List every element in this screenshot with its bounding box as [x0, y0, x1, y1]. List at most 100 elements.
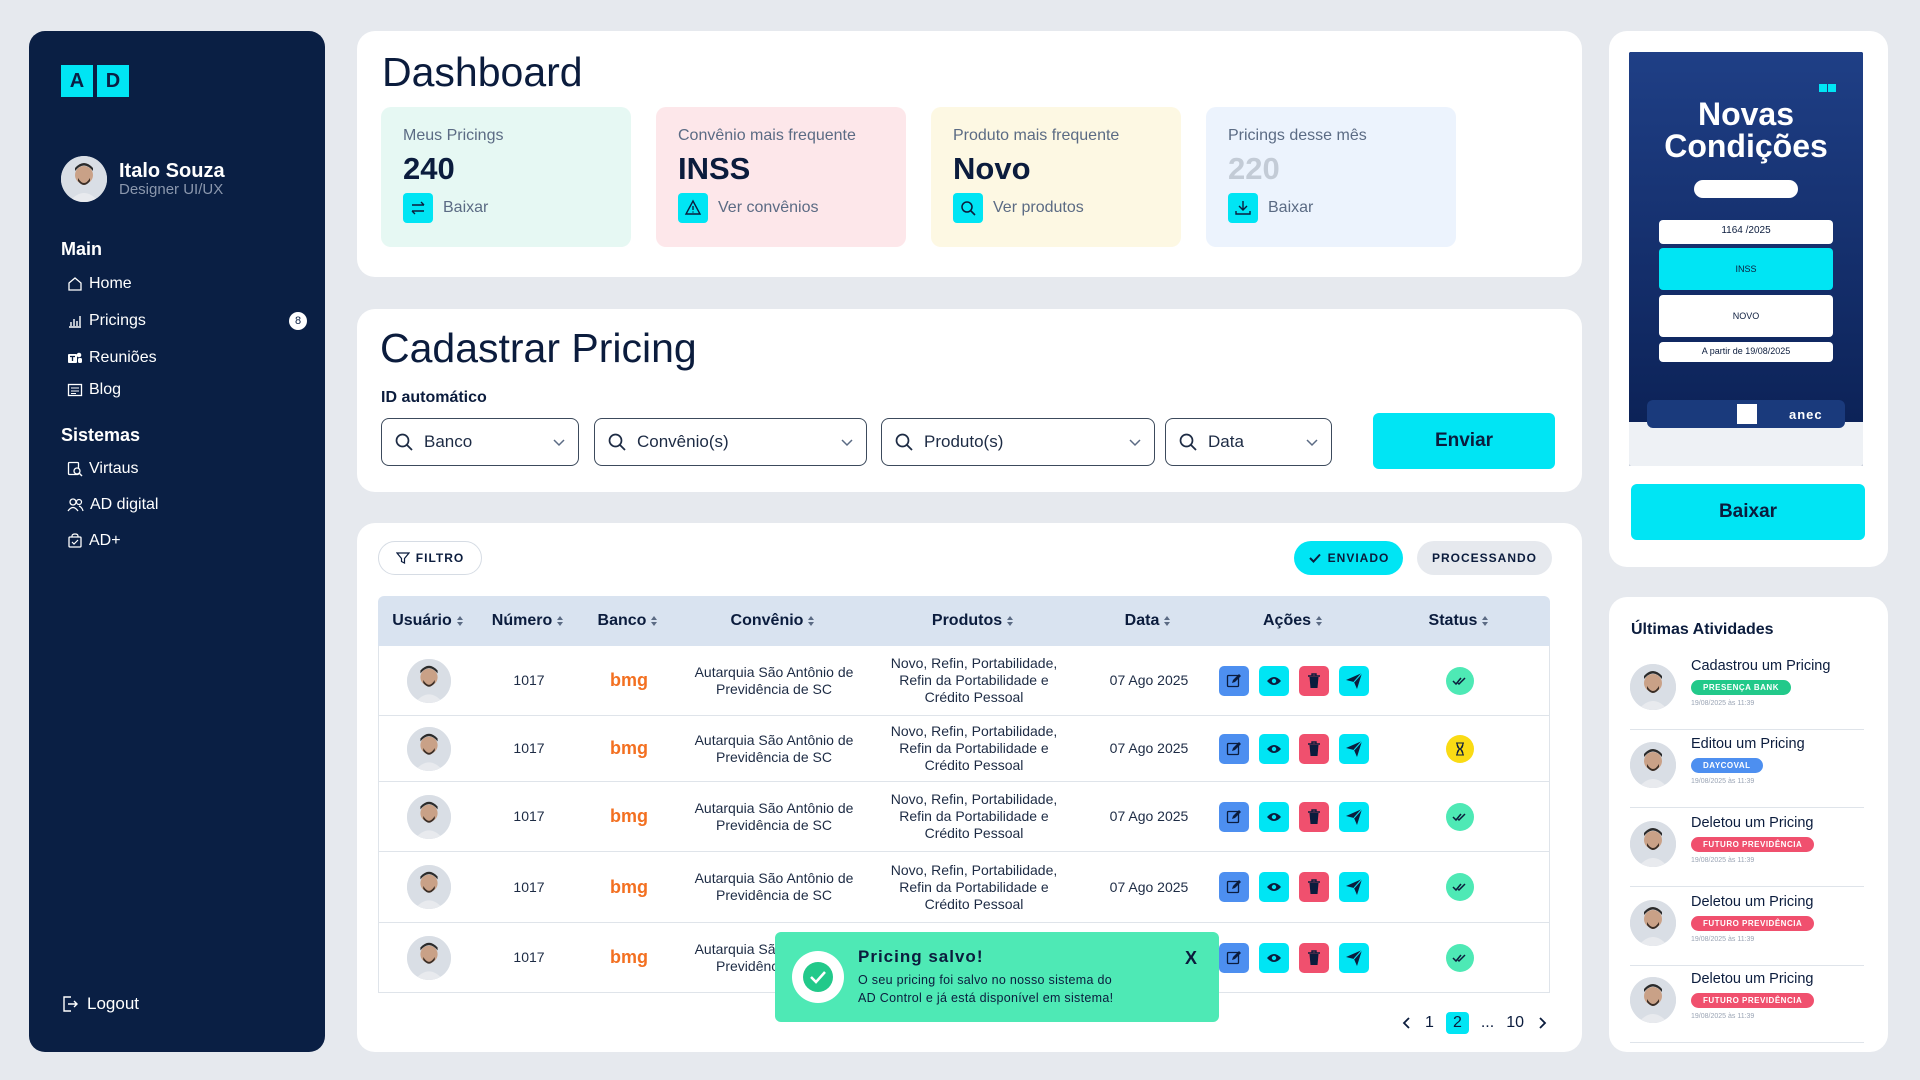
column-header-1[interactable]: Número [478, 596, 578, 646]
activity-item[interactable]: Cadastrou um Pricing PRESENÇA BANK 19/08/2… [1630, 652, 1864, 730]
bank-logo-bmg: bmg [610, 876, 648, 897]
filter-button[interactable]: FILTRO [378, 541, 482, 575]
user-profile[interactable]: Italo Souza Designer UI/UX [61, 156, 225, 202]
next-page-button[interactable] [1536, 1016, 1548, 1030]
send-button[interactable] [1339, 801, 1369, 832]
activity-item[interactable]: Deletou um Pricing FUTURO PREVIDÊNCIA 19/0… [1630, 888, 1864, 966]
trash-icon [1308, 672, 1320, 688]
column-header-3[interactable]: Convênio [678, 596, 868, 646]
logo-letter-d: D [97, 65, 129, 97]
delete-button[interactable] [1299, 942, 1329, 973]
column-header-2[interactable]: Banco [578, 596, 678, 646]
sidebar-item-pricings[interactable]: Pricings 8 [67, 312, 307, 330]
logout-label: Logout [87, 994, 139, 1013]
promo-title-line1: Novas [1697, 96, 1795, 132]
stat-action-label: Baixar [443, 199, 489, 216]
data-cell: 07 Ago 2025 [1109, 740, 1189, 756]
page-10[interactable]: 10 [1506, 1014, 1524, 1032]
delete-button[interactable] [1299, 733, 1329, 764]
sidebar-item-home[interactable]: Home [67, 275, 307, 293]
column-header-7[interactable]: Status [1368, 596, 1550, 646]
chevron-down-icon [1129, 439, 1141, 447]
delete-button[interactable] [1299, 665, 1329, 696]
sidebar-item-blog[interactable]: Blog [67, 381, 307, 399]
sidebar-item-virtaus[interactable]: Virtaus [67, 460, 307, 478]
column-header-5[interactable]: Data [1078, 596, 1218, 646]
bank-logo-bmg: bmg [610, 670, 648, 690]
page-2[interactable]: 2 [1445, 1012, 1469, 1034]
sidebar-item-ad-plus[interactable]: AD+ [67, 532, 307, 550]
activities-card: Últimas Atividades Cadastrou um Pricing P… [1609, 597, 1888, 1052]
stat-action-ver-produtos[interactable]: Ver produtos [953, 193, 1159, 223]
prev-page-button[interactable] [1401, 1016, 1413, 1030]
edit-button[interactable] [1219, 872, 1249, 902]
chevron-right-icon [1539, 1017, 1547, 1029]
activity-action: Deletou um Pricing [1691, 894, 1814, 910]
search-doc-icon [67, 461, 83, 477]
convenio-select[interactable]: Convênio(s) [594, 418, 867, 466]
sidebar-item-label: AD digital [90, 496, 159, 513]
view-button[interactable] [1259, 801, 1289, 832]
stat-label: Produto mais frequente [953, 127, 1120, 144]
avatar [1630, 821, 1676, 867]
toast-message-line2: AD Control e já está disponível em siste… [858, 991, 1114, 1005]
check-icon [1308, 553, 1321, 563]
sidebar-item-ad-digital[interactable]: AD digital [67, 496, 307, 514]
edit-button[interactable] [1219, 665, 1249, 696]
sort-icon [1316, 616, 1323, 626]
delete-button[interactable] [1299, 801, 1329, 832]
trash-icon [1308, 879, 1320, 894]
stat-value: Novo [953, 151, 1031, 186]
activity-tag: FUTURO PREVIDÊNCIA [1691, 837, 1815, 852]
stat-action-baixar[interactable]: Baixar [403, 193, 609, 223]
table-row: 1017 bmg Autarquia São Antônio de Previdên… [378, 646, 1550, 716]
stat-label: Pricings desse mês [1228, 127, 1367, 144]
edit-button[interactable] [1219, 801, 1249, 832]
column-header-label: Usuário [392, 612, 452, 629]
column-header-label: Número [491, 612, 553, 629]
activity-tag: FUTURO PREVIDÊNCIA [1691, 916, 1815, 931]
send-button[interactable] [1339, 942, 1369, 973]
stat-action-ver-convenios[interactable]: Ver convênios [678, 193, 884, 223]
logout-button[interactable]: Logout [61, 994, 139, 1014]
produto-select[interactable]: Produto(s) [881, 418, 1155, 466]
send-check-icon [1346, 672, 1363, 689]
sidebar-item-reunioes[interactable]: Reuniões [67, 349, 307, 367]
edit-icon [1226, 950, 1241, 964]
data-cell: 07 Ago 2025 [1109, 878, 1189, 895]
delete-button[interactable] [1299, 872, 1329, 902]
page-title: Dashboard [382, 49, 583, 95]
toast-close-button[interactable]: X [1185, 948, 1197, 969]
activity-item[interactable]: Editou um Pricing DAYCOVAL 19/08/2025 às 1… [1630, 730, 1864, 808]
avatar [407, 935, 451, 980]
data-select[interactable]: Data [1165, 418, 1332, 466]
send-button[interactable] [1339, 665, 1369, 696]
edit-button[interactable] [1219, 733, 1249, 764]
promo-number: 1164 /2025 [1721, 225, 1771, 236]
status-filter-enviado[interactable]: ENVIADO [1294, 541, 1403, 575]
stat-action-baixar[interactable]: Baixar [1228, 193, 1434, 223]
banco-select[interactable]: Banco [381, 418, 579, 466]
sidebar-item-label: Home [89, 275, 132, 292]
enviar-button[interactable]: Enviar [1373, 413, 1555, 469]
page-1[interactable]: 1 [1425, 1014, 1434, 1032]
sort-icon [1007, 616, 1014, 626]
avatar [1630, 977, 1676, 1023]
send-button[interactable] [1339, 872, 1369, 902]
column-header-6[interactable]: Ações [1218, 596, 1368, 646]
sort-icon [808, 616, 815, 626]
view-button[interactable] [1259, 942, 1289, 973]
view-button[interactable] [1259, 733, 1289, 764]
activity-item[interactable]: Deletou um Pricing FUTURO PREVIDÊNCIA 19/0… [1630, 965, 1864, 1043]
sidebar-item-label: Blog [89, 381, 122, 398]
view-button[interactable] [1259, 665, 1289, 696]
activity-item[interactable]: Deletou um Pricing FUTURO PREVIDÊNCIA 19/0… [1630, 809, 1864, 887]
send-button[interactable] [1339, 733, 1369, 764]
baixar-promo-button[interactable]: Baixar [1631, 484, 1865, 540]
edit-button[interactable] [1219, 942, 1249, 973]
status-filter-processando[interactable]: PROCESSANDO [1417, 541, 1552, 575]
column-header-4[interactable]: Produtos [868, 596, 1078, 646]
column-header-0[interactable]: Usuário [378, 596, 478, 646]
section-title: Cadastrar Pricing [380, 325, 697, 371]
view-button[interactable] [1259, 872, 1289, 902]
